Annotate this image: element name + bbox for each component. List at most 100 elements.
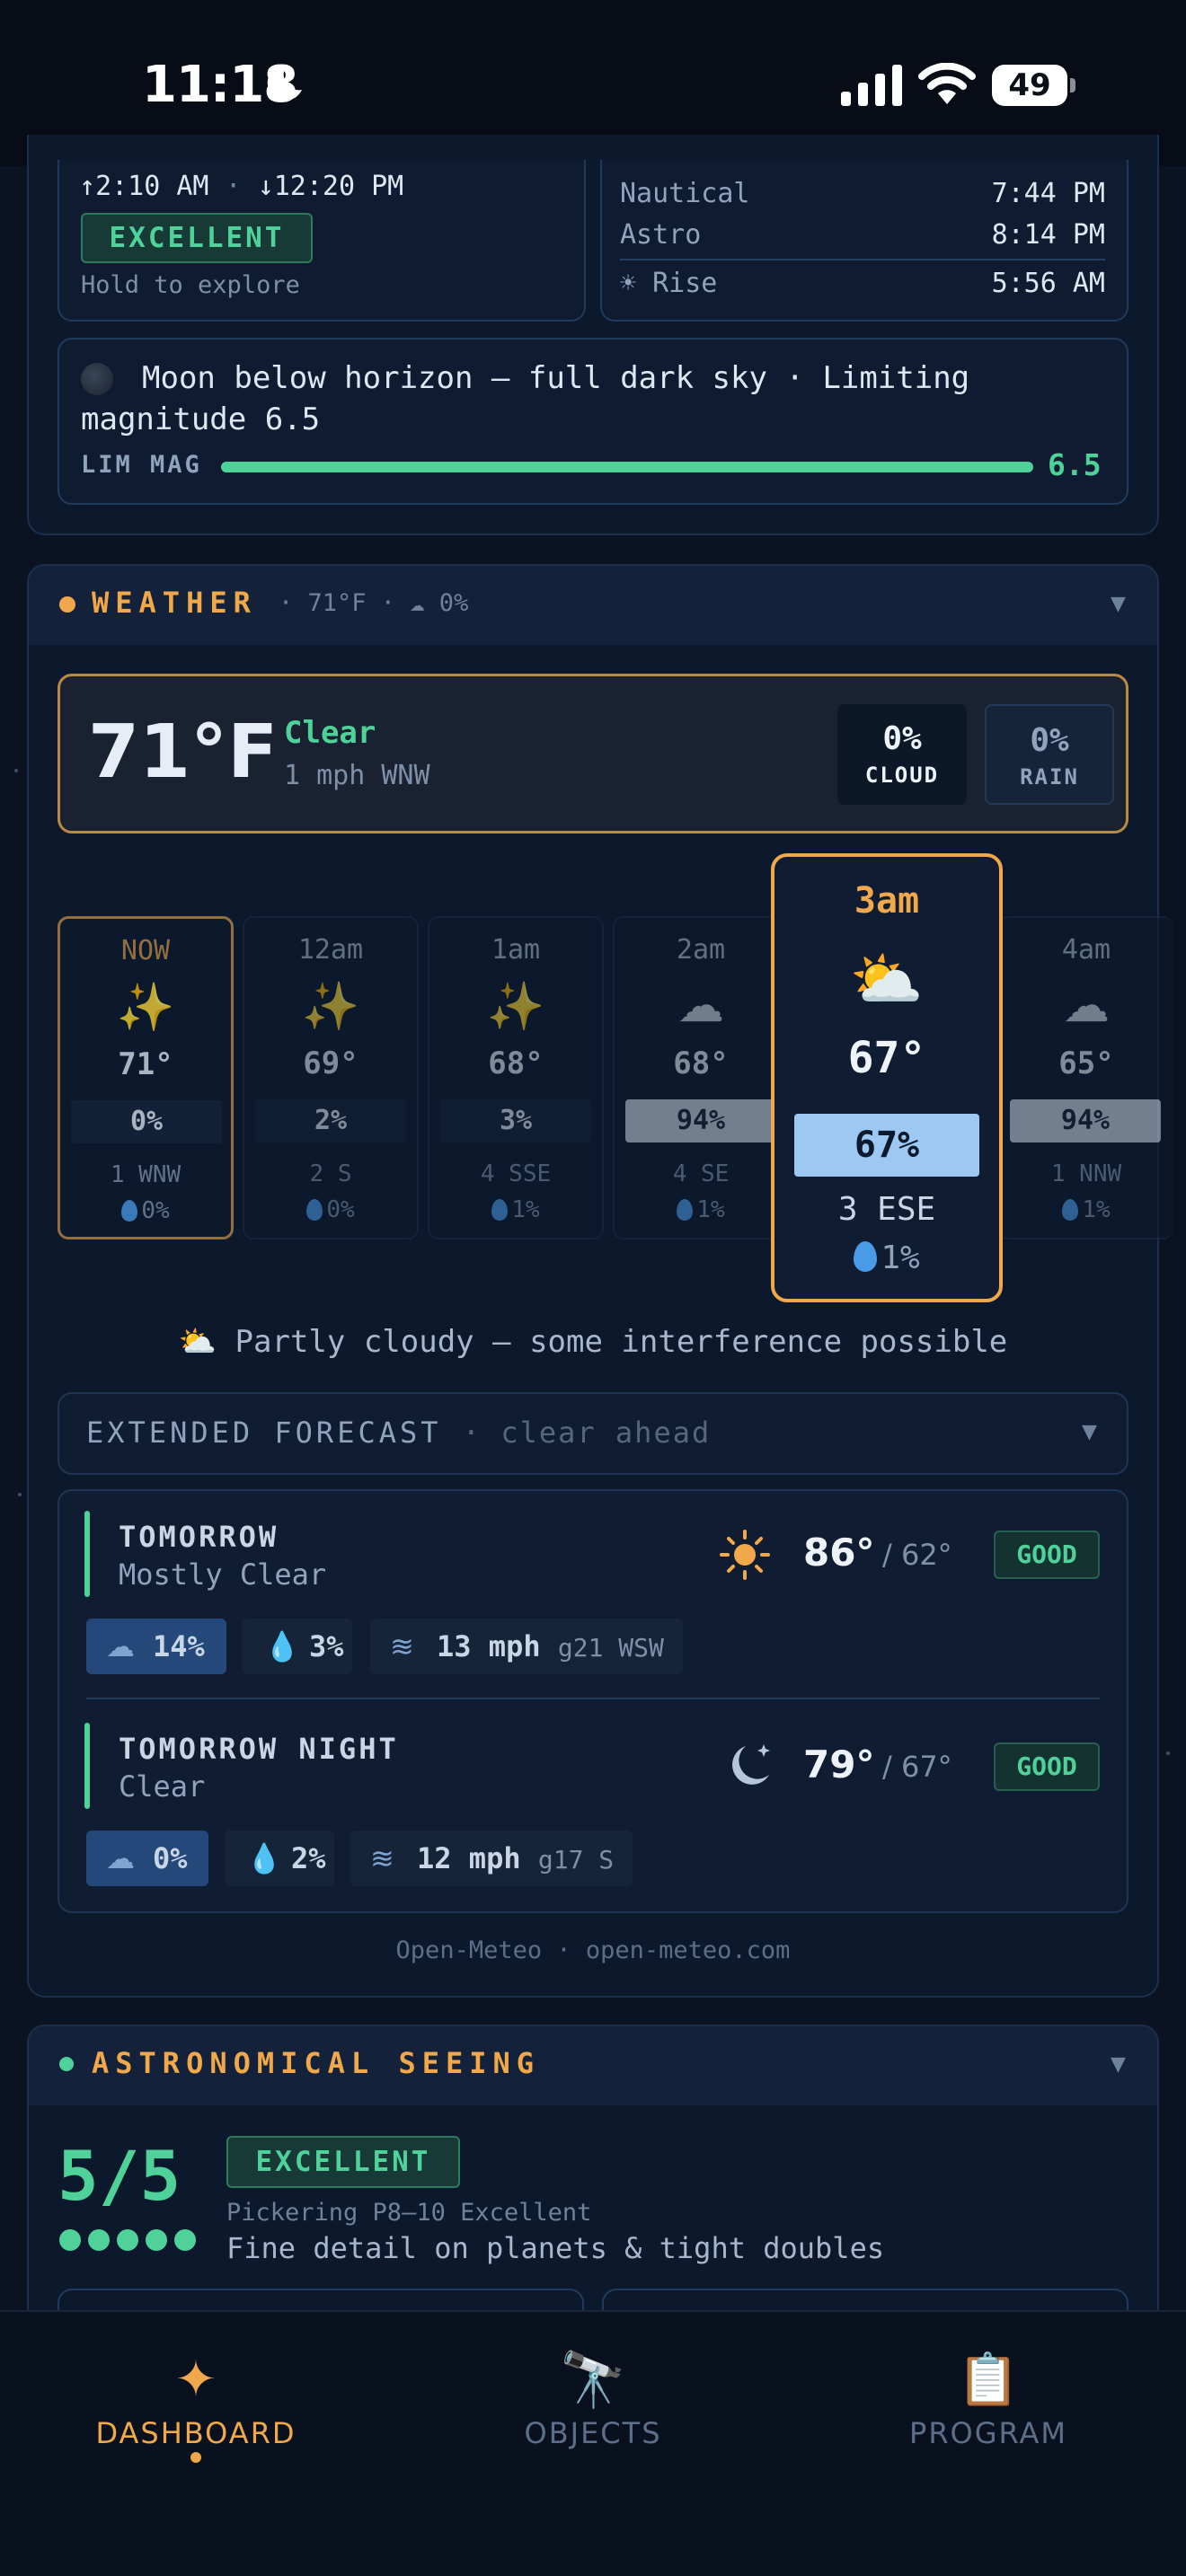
cellular-signal-icon <box>841 65 902 106</box>
chevron-down-icon[interactable]: ▼ <box>1082 1421 1097 1443</box>
weather-title: WEATHER <box>92 586 257 620</box>
limiting-magnitude-fill <box>221 462 1033 472</box>
hour-wind: 3 ESE <box>837 1191 936 1228</box>
hour-card-now[interactable]: NOW ✨ 71° 0% 1 WNW 0% <box>58 916 234 1239</box>
tab-dashboard[interactable]: ✦ DASHBOARD <box>34 2344 358 2450</box>
hold-hint: Hold to explore <box>81 271 300 299</box>
wind-chip: ≋ 13 mph g21 WSW <box>370 1619 683 1674</box>
rating-badge: EXCELLENT <box>81 213 313 263</box>
hour-card[interactable]: 1am ✨ 68° 3% 4 SSE 1% <box>428 916 604 1239</box>
cloud-cover-stat: 0% CLOUD <box>837 704 967 805</box>
partly-cloudy-icon: ⛅ <box>849 945 925 1014</box>
status-dot <box>59 2057 74 2071</box>
twilight-row: Astro 8:14 PM <box>620 219 1105 251</box>
forecast-period: TOMORROW <box>119 1520 279 1554</box>
arrow-down-icon: ↓ <box>257 171 274 202</box>
seeing-description: Fine detail on planets & tight doubles <box>226 2231 885 2265</box>
divider <box>620 259 1105 260</box>
rain-chance-stat: 0% RAIN <box>985 704 1114 805</box>
raindrop-icon: 💧 <box>246 1841 282 1875</box>
cloud-chip: ☁ 0% <box>86 1831 208 1886</box>
seeing-scale: Pickering P8–10 Excellent <box>226 2199 592 2227</box>
hour-wind: 2 S <box>309 1160 352 1187</box>
status-bar-indicator <box>84 1723 90 1809</box>
clipboard-icon: 📋 <box>957 2351 1020 2409</box>
wind-icon: ≋ <box>370 1841 394 1875</box>
wifi-icon <box>918 63 976 104</box>
hour-card[interactable]: 4am ☁ 65° 94% 1 NNW 1% <box>997 916 1173 1239</box>
tab-program[interactable]: 📋 PROGRAM <box>827 2344 1150 2450</box>
hour-rain: 1% <box>615 1196 787 1223</box>
hour-rain: 0% <box>244 1196 417 1223</box>
limiting-magnitude-bar <box>221 462 1033 472</box>
cloud-icon: ☁ <box>106 1629 135 1663</box>
battery-icon: 49 <box>992 65 1075 106</box>
partly-cloudy-icon: ⛅ <box>178 1324 217 1360</box>
chevron-down-icon[interactable]: ▼ <box>1111 2053 1126 2076</box>
forecast-low: / 67° <box>882 1750 952 1784</box>
current-wind: 1 mph WNW <box>284 760 430 791</box>
seeing-rating-dots <box>59 2229 203 2254</box>
data-source-credit[interactable]: Open-Meteo · open-meteo.com <box>0 1936 1186 1964</box>
hour-card-selected[interactable]: 3am ⛅ 67° 67% 3 ESE 1% <box>771 853 1003 1302</box>
cloud-icon: ☁ <box>677 979 724 1033</box>
wind-icon: ≋ <box>390 1629 414 1663</box>
hour-rain: 1% <box>429 1196 602 1223</box>
raindrop-icon <box>491 1199 509 1221</box>
hour-rain: 1% <box>999 1196 1173 1223</box>
divider <box>86 1698 1100 1699</box>
rain-chip: 💧 2% <box>225 1831 334 1886</box>
raindrop-icon <box>677 1199 694 1221</box>
cloud-icon: ☁ <box>1063 979 1110 1033</box>
twilight-row: ☀ Rise 5:56 AM <box>620 268 1105 299</box>
hour-wind: 1 WNW <box>110 1161 181 1188</box>
hour-card[interactable]: 12am ✨ 69° 2% 2 S 0% <box>243 916 419 1239</box>
rain-chip: 💧 3% <box>243 1619 352 1674</box>
battery-level: 49 <box>1008 67 1051 103</box>
status-dot <box>59 596 75 613</box>
moon-stars-icon <box>732 1744 770 1785</box>
weather-summary: ⛅ Partly cloudy — some interference poss… <box>178 1324 1008 1360</box>
seeing-title: ASTRONOMICAL SEEING <box>92 2046 541 2080</box>
hour-rain: 0% <box>60 1197 231 1224</box>
forecast-low: / 62° <box>882 1538 952 1572</box>
current-condition: Clear <box>284 715 376 751</box>
hour-cloud: 3% <box>440 1099 591 1142</box>
sparkles-icon: ✨ <box>486 980 545 1034</box>
seeing-score: 5/5 <box>58 2136 181 2216</box>
chevron-down-icon[interactable]: ▼ <box>1111 593 1126 615</box>
forecast-high: 79° <box>803 1742 875 1786</box>
limiting-magnitude-label: LIM MAG <box>81 451 202 479</box>
seeing-rating-badge: EXCELLENT <box>226 2136 460 2188</box>
tab-objects[interactable]: 🔭 OBJECTS <box>431 2344 755 2450</box>
hour-wind: 4 SSE <box>480 1160 552 1187</box>
active-tab-indicator <box>190 2452 201 2463</box>
forecast-high: 86° <box>803 1531 875 1575</box>
wind-chip: ≋ 12 mph g17 S <box>350 1831 633 1886</box>
sun-icon <box>720 1530 770 1580</box>
hour-cloud: 94% <box>1010 1099 1161 1142</box>
conditions-badge: GOOD <box>994 1742 1100 1791</box>
hour-cloud: 67% <box>794 1114 979 1177</box>
forecast-condition: Clear <box>119 1769 206 1804</box>
raindrop-icon: 💧 <box>264 1629 300 1663</box>
hour-wind: 1 NNW <box>1050 1160 1122 1187</box>
arrow-up-icon: ↑ <box>79 171 96 202</box>
telescope-icon: 🔭 <box>559 2349 627 2412</box>
weather-header-summary: · 71°F · ☁ 0% <box>279 589 469 617</box>
moon-message: Moon below horizon — full dark sky · Lim… <box>81 360 970 437</box>
hour-cloud: 94% <box>625 1099 776 1142</box>
do-not-disturb-moon-icon <box>267 64 302 101</box>
current-temperature: 71°F <box>88 710 279 795</box>
rise-set-times: ↑2:10 AM · ↓12:20 PM <box>79 171 404 202</box>
raindrop-icon <box>306 1199 323 1221</box>
limiting-magnitude-value: 6.5 <box>1048 447 1102 482</box>
raindrop-icon <box>1062 1199 1079 1221</box>
twilight-row: Nautical 7:44 PM <box>620 178 1105 209</box>
hour-cloud: 0% <box>71 1100 222 1143</box>
hour-card[interactable]: 2am ☁ 68° 94% 4 SE 1% <box>613 916 789 1239</box>
raindrop-icon <box>121 1200 138 1222</box>
hour-cloud: 2% <box>255 1099 406 1142</box>
sparkle-icon: ✦ <box>174 2351 217 2409</box>
forecast-period: TOMORROW NIGHT <box>119 1732 399 1766</box>
